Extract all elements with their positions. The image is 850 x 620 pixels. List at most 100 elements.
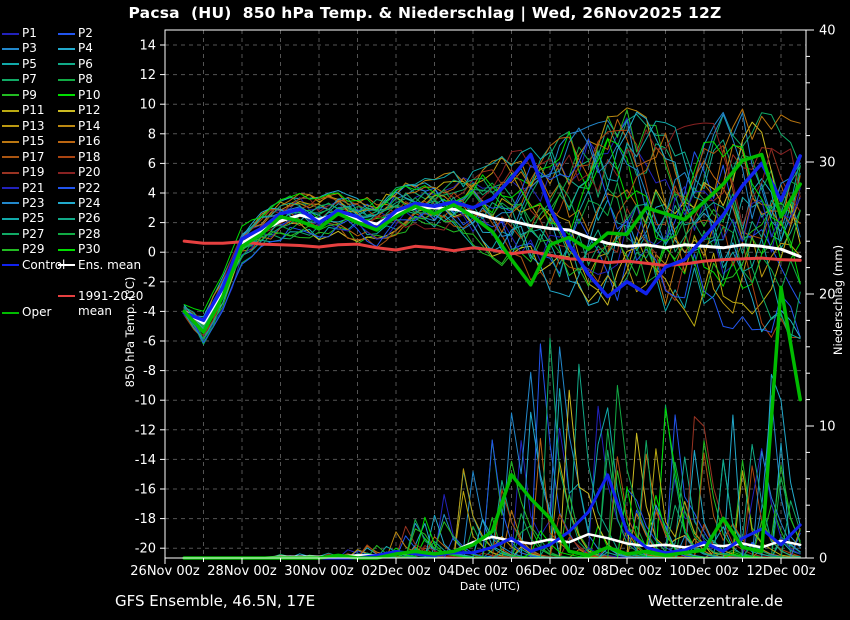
legend-entry-p12-swatch [58,110,75,112]
legend-entry-p29-label: P29 [22,243,45,256]
member-precip-line-p16 [184,438,800,558]
legend-entry-ens-mean: Ens. mean [58,259,141,272]
footer-model-info: GFS Ensemble, 46.5N, 17E [115,592,315,610]
legend-entry-p18: P18 [58,151,101,164]
legend-entry-p30: P30 [58,243,101,256]
legend-entry-p20: P20 [58,166,101,179]
legend-entry-ens-mean-label: Ens. mean [78,259,141,272]
legend-entry-p21: P21 [2,182,45,195]
legend-entry-p27-label: P27 [22,228,45,241]
legend-entry-p4-label: P4 [78,42,93,55]
legend-entry-p18-label: P18 [78,151,101,164]
legend-entry-p5-swatch [2,63,19,65]
legend-entry-p8: P8 [58,73,93,86]
svg-text:-4: -4 [143,305,156,320]
legend-entry-p23-swatch [2,202,19,204]
svg-text:30Nov 00z: 30Nov 00z [284,564,354,579]
legend-entry-p1: P1 [2,27,37,40]
legend-entry-p17-swatch [2,156,19,158]
svg-text:-18: -18 [135,512,156,527]
member-precip-line-p9 [184,440,800,558]
svg-text:12: 12 [139,68,156,83]
legend-entry-p29-swatch [2,249,19,251]
legend-entry-control: Control [2,259,65,272]
svg-text:-20: -20 [135,542,156,557]
meteogram-page: Pacsa (HU) 850 hPa Temp. & Niederschlag … [0,0,850,620]
legend-entry-p25-label: P25 [22,212,45,225]
legend-entry-p14: P14 [58,120,101,133]
legend-entry-p5: P5 [2,58,37,71]
ensemble-member-temp-lines [184,108,800,345]
legend-entry-p25-swatch [2,218,19,220]
svg-text:10: 10 [819,420,836,435]
axis-ticks [160,30,814,564]
legend-entry-oper-label: Oper [22,306,51,319]
legend-entry-p15-swatch [2,141,19,143]
legend-entry-p3: P3 [2,42,37,55]
legend-entry-p11-label: P11 [22,104,45,117]
legend-entry-p17-label: P17 [22,151,45,164]
gridlines [165,30,806,558]
legend-entry-p21-label: P21 [22,182,45,195]
member-precip-line-p22 [184,440,800,558]
footer-brand: Wetterzentrale.de [648,592,783,610]
legend-entry-p6-swatch [58,63,75,65]
legend-entry-p26: P26 [58,212,101,225]
svg-text:4: 4 [148,187,156,202]
legend-entry-p13-label: P13 [22,120,45,133]
svg-text:26Nov 00z: 26Nov 00z [130,564,200,579]
legend-entry-p16-label: P16 [78,135,101,148]
legend-entry-p24: P24 [58,197,101,210]
svg-text:04Dec 00z: 04Dec 00z [438,564,507,579]
legend-entry-p20-swatch [58,172,75,174]
legend-entry-p21-swatch [2,187,19,189]
y-axis-label-right: Niederschlag (mm) [831,245,845,355]
svg-text:-8: -8 [143,364,156,379]
svg-text:-12: -12 [135,423,156,438]
legend-entry-p11: P11 [2,104,45,117]
svg-text:28Nov 00z: 28Nov 00z [207,564,277,579]
legend-entry-p23: P23 [2,197,45,210]
legend-entry-p12-label: P12 [78,104,101,117]
legend-entry-p2-swatch [58,33,75,35]
axis-tick-labels: 14121086420-2-4-6-8-10-12-14-16-18-20010… [130,24,835,580]
legend-entry-p15: P15 [2,135,45,148]
legend-entry-p24-swatch [58,202,75,204]
legend-entry-p28: P28 [58,228,101,241]
legend-entry-p20-label: P20 [78,166,101,179]
legend-entry-p10-label: P10 [78,89,101,102]
legend-entry-p3-swatch [2,48,19,50]
legend-entry-p7: P7 [2,73,37,86]
legend-entry-p6-label: P6 [78,58,93,71]
legend-entry-p7-label: P7 [22,73,37,86]
svg-text:10: 10 [139,98,156,113]
svg-text:2: 2 [148,216,156,231]
legend-entry-oper-swatch [2,312,19,314]
legend-entry-p2-label: P2 [78,27,93,40]
legend-entry-p14-label: P14 [78,120,101,133]
svg-text:02Dec 00z: 02Dec 00z [361,564,430,579]
svg-text:14: 14 [139,39,156,54]
svg-text:-2: -2 [143,275,156,290]
legend-entry-p22: P22 [58,182,101,195]
legend-entry-p18-swatch [58,156,75,158]
legend-entry-p25: P25 [2,212,45,225]
svg-text:-14: -14 [135,453,156,468]
legend-entry-p10-swatch [58,94,75,96]
x-axis-label: Date (UTC) [380,580,600,593]
legend-entry-p30-swatch [58,249,75,251]
svg-text:0: 0 [819,552,827,567]
legend-entry-ens-mean-swatch [58,264,75,266]
legend-entry-p24-label: P24 [78,197,101,210]
legend-entry-p22-swatch [58,187,75,189]
ensemble-member-precip-lines [184,338,800,558]
legend-entry-p19: P19 [2,166,45,179]
legend-entry-p8-label: P8 [78,73,93,86]
svg-text:8: 8 [148,127,156,142]
legend-entry-p2: P2 [58,27,93,40]
legend-entry-p14-swatch [58,125,75,127]
legend-entry-p10: P10 [58,89,101,102]
legend-entry-climate-label-line2: mean [78,304,112,318]
legend-entry-p26-swatch [58,218,75,220]
legend-entry-p6: P6 [58,58,93,71]
